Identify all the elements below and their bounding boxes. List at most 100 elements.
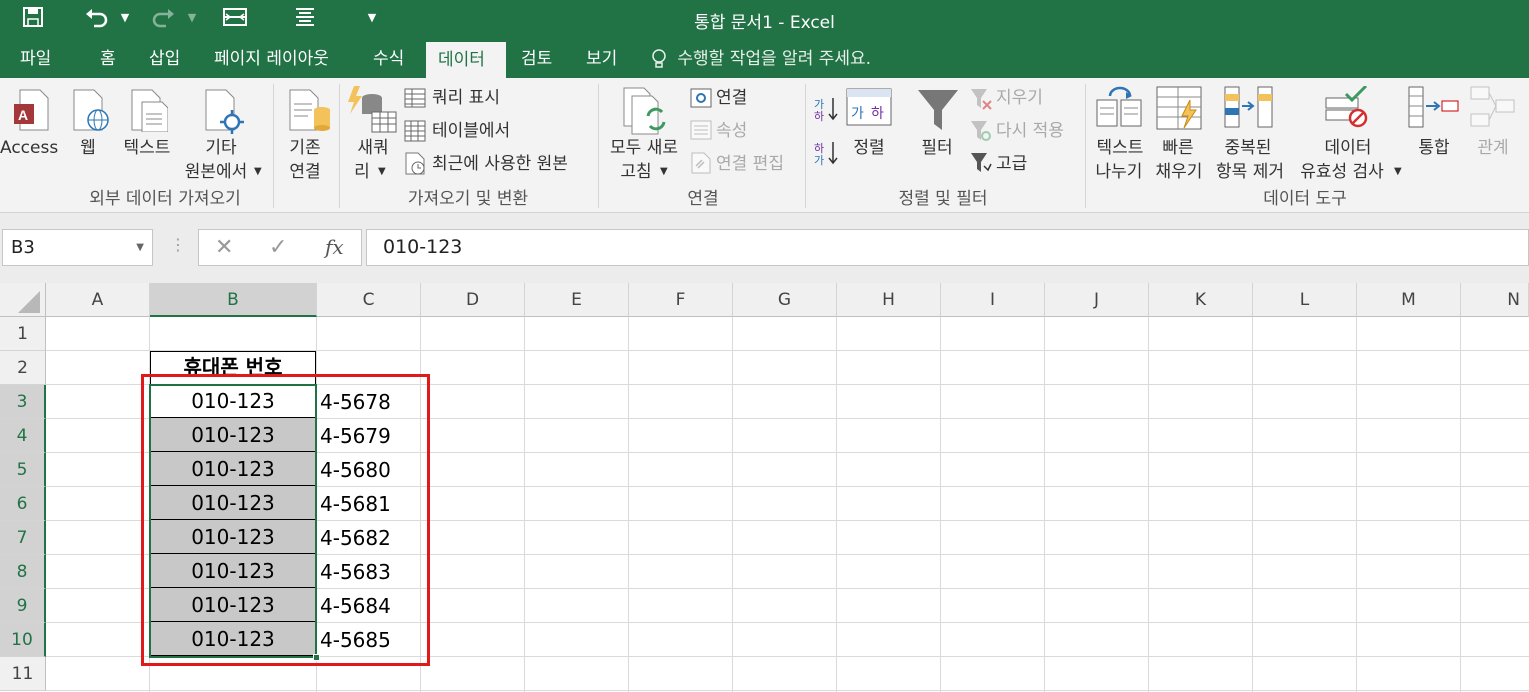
insert-function-icon[interactable]: fx [325, 235, 344, 259]
connections-icon[interactable] [690, 88, 712, 112]
row-header-2[interactable]: 2 [0, 351, 46, 385]
reapply-icon[interactable] [970, 120, 992, 146]
tab-review[interactable]: 검토 [509, 40, 564, 78]
clear-label[interactable]: 지우기 [996, 86, 1043, 110]
text-label[interactable]: 텍스트 [112, 136, 182, 160]
new-query-icon[interactable] [346, 84, 398, 140]
new-query-label1[interactable]: 새쿼 [348, 136, 398, 160]
row-header-1[interactable]: 1 [0, 317, 46, 351]
recent-sources-icon[interactable] [404, 152, 428, 180]
relationships-icon[interactable] [1470, 86, 1516, 132]
refresh-all-label2[interactable]: 고침 [616, 160, 656, 184]
filter-icon[interactable] [916, 88, 960, 136]
web-icon[interactable] [70, 88, 110, 136]
more-options-icon[interactable]: ⋮ [170, 235, 186, 254]
existing-connections-label1[interactable]: 기존 [282, 136, 328, 160]
tab-view[interactable]: 보기 [574, 40, 629, 78]
filter-label[interactable]: 필터 [914, 136, 960, 160]
properties-label[interactable]: 속성 [716, 119, 747, 143]
relationships-label[interactable]: 관계 [1470, 136, 1516, 160]
web-label[interactable]: 웹 [66, 136, 110, 160]
worksheet-grid[interactable]: A B C D E F G H I J K L M N 1 2 3 4 5 6 … [0, 283, 1529, 692]
sort-icon[interactable]: 가하 [846, 88, 892, 130]
cancel-icon[interactable]: ✕ [215, 235, 233, 260]
chevron-down-icon[interactable]: ▼ [136, 230, 144, 265]
column-header-d[interactable]: D [421, 283, 525, 317]
column-header-m[interactable]: M [1357, 283, 1461, 317]
text-to-columns-icon[interactable] [1096, 86, 1144, 132]
chevron-down-icon[interactable]: ▼ [1394, 160, 1402, 184]
access-icon[interactable]: A [12, 88, 52, 136]
reapply-label[interactable]: 다시 적용 [996, 119, 1064, 143]
existing-connections-icon[interactable] [288, 88, 332, 138]
remove-duplicates-icon[interactable] [1224, 86, 1274, 132]
name-box[interactable]: B3 ▼ [2, 229, 153, 266]
connections-label[interactable]: 연결 [716, 86, 747, 110]
advanced-label[interactable]: 고급 [996, 152, 1027, 176]
refresh-all-icon[interactable] [622, 86, 670, 140]
data-validation-label1[interactable]: 데이터 [1316, 136, 1380, 160]
edit-links-icon[interactable] [690, 152, 712, 178]
text-file-icon[interactable] [128, 88, 169, 136]
row-header-4[interactable]: 4 [0, 419, 46, 453]
sort-asc-icon[interactable]: 가하 [814, 96, 838, 126]
column-header-h[interactable]: H [837, 283, 941, 317]
access-label[interactable]: Access [0, 136, 58, 160]
tab-data[interactable]: 데이터 [426, 42, 506, 78]
properties-icon[interactable] [690, 120, 712, 144]
remove-duplicates-label2[interactable]: 항목 제거 [1210, 160, 1290, 184]
column-header-c[interactable]: C [317, 283, 421, 317]
flash-fill-label2[interactable]: 채우기 [1150, 160, 1208, 184]
row-header-10[interactable]: 10 [0, 623, 46, 657]
tab-formulas[interactable]: 수식 [361, 40, 416, 78]
clear-filter-icon[interactable] [970, 88, 992, 114]
row-header-11[interactable]: 11 [0, 657, 46, 691]
flash-fill-label1[interactable]: 빠른 [1154, 136, 1202, 160]
data-validation-icon[interactable] [1324, 84, 1370, 132]
column-header-a[interactable]: A [46, 283, 150, 317]
tell-me-box[interactable]: 수행할 작업을 알려 주세요. [652, 40, 871, 78]
row-header-6[interactable]: 6 [0, 487, 46, 521]
advanced-filter-icon[interactable] [970, 152, 992, 178]
show-queries-icon[interactable] [404, 88, 426, 112]
data-validation-label2[interactable]: 유효성 검사 [1292, 160, 1392, 184]
column-header-i[interactable]: I [941, 283, 1045, 317]
row-header-9[interactable]: 9 [0, 589, 46, 623]
tab-page-layout[interactable]: 페이지 레이아웃 [202, 40, 341, 78]
refresh-all-label1[interactable]: 모두 새로 [604, 136, 684, 160]
row-header-8[interactable]: 8 [0, 555, 46, 589]
select-all-button[interactable] [0, 283, 46, 317]
flash-fill-icon[interactable] [1156, 86, 1202, 134]
tab-file[interactable]: 파일 [8, 40, 63, 78]
row-header-7[interactable]: 7 [0, 521, 46, 555]
column-header-e[interactable]: E [525, 283, 629, 317]
chevron-down-icon[interactable]: ▼ [660, 160, 668, 184]
column-header-l[interactable]: L [1253, 283, 1357, 317]
remove-duplicates-label1[interactable]: 중복된 [1216, 136, 1280, 160]
enter-icon[interactable]: ✓ [269, 235, 287, 260]
consolidate-icon[interactable] [1408, 86, 1460, 132]
chevron-down-icon[interactable]: ▼ [254, 160, 262, 184]
row-header-3[interactable]: 3 [0, 385, 46, 419]
other-sources-label2[interactable]: 원본에서 [176, 160, 256, 184]
from-table-icon[interactable] [404, 120, 426, 146]
formula-input[interactable]: 010-123 [366, 229, 1529, 266]
column-header-j[interactable]: J [1045, 283, 1149, 317]
tab-insert[interactable]: 삽입 [137, 40, 192, 78]
column-header-n[interactable]: N [1461, 283, 1529, 317]
row-header-5[interactable]: 5 [0, 453, 46, 487]
other-sources-icon[interactable] [202, 88, 246, 138]
column-header-g[interactable]: G [733, 283, 837, 317]
existing-connections-label2[interactable]: 연결 [282, 160, 328, 184]
column-header-b[interactable]: B [150, 283, 317, 317]
text-to-columns-label2[interactable]: 나누기 [1090, 160, 1148, 184]
chevron-down-icon[interactable]: ▼ [378, 160, 386, 184]
text-to-columns-label1[interactable]: 텍스트 [1090, 136, 1150, 160]
new-query-label2[interactable]: 리 [352, 160, 372, 184]
sort-desc-icon[interactable]: 하가 [814, 140, 838, 170]
show-queries-label[interactable]: 쿼리 표시 [432, 86, 500, 110]
tab-home[interactable]: 홈 [88, 40, 128, 78]
edit-links-label[interactable]: 연결 편집 [716, 152, 784, 176]
from-table-label[interactable]: 테이블에서 [432, 119, 510, 143]
other-sources-label1[interactable]: 기타 [178, 136, 264, 160]
